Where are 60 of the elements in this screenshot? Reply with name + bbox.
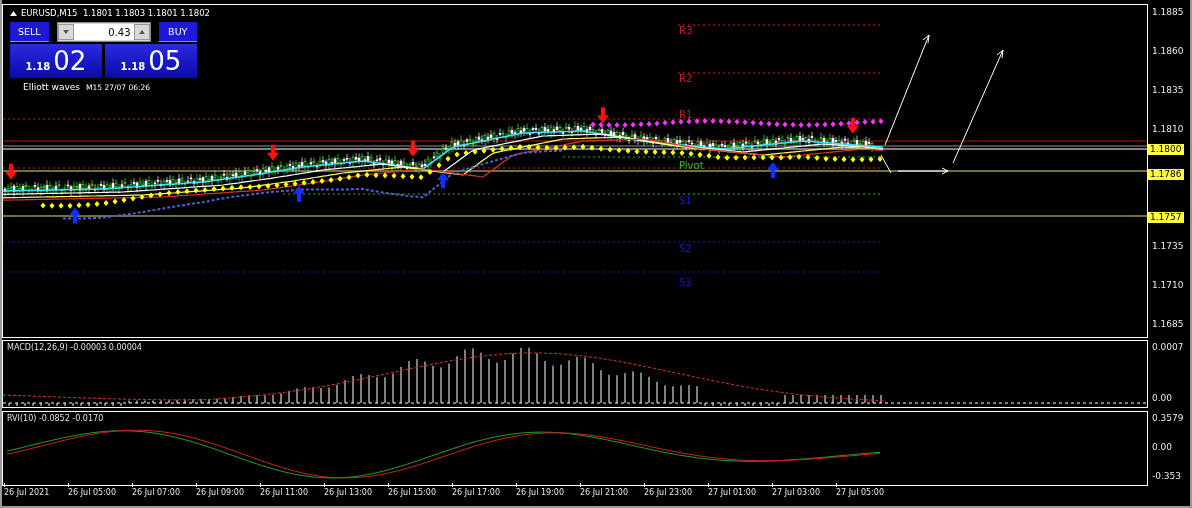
time-label: 26 Jul 17:00 xyxy=(452,486,516,506)
forecast-line xyxy=(880,154,892,174)
up-arrow-icon xyxy=(437,172,449,189)
down-arrow-icon xyxy=(597,107,609,124)
price-prefix: 1.18 xyxy=(25,61,51,74)
time-label: 26 Jul 21:00 xyxy=(580,486,644,506)
down-arrow-icon xyxy=(847,117,859,134)
time-label: 27 Jul 05:00 xyxy=(836,486,900,506)
down-arrow-icon xyxy=(5,163,17,180)
rvi-tick: 0.00 xyxy=(1151,442,1174,453)
macd-tick: 0.0007 xyxy=(1151,342,1185,353)
price-prefix: 1.18 xyxy=(120,61,146,74)
pivot-label: R3 xyxy=(679,25,693,36)
collapse-triangle-icon[interactable] xyxy=(10,11,17,16)
rvi-label: RVI(10) -0.0852 -0.0170 xyxy=(7,414,104,423)
time-label: 27 Jul 03:00 xyxy=(772,486,836,506)
buy-button[interactable]: BUY xyxy=(158,22,197,42)
price-tick: 1.1860 xyxy=(1151,46,1184,57)
price-tag: 1.1786 xyxy=(1148,169,1184,180)
indicator-name: Elliott waves xyxy=(23,82,81,92)
price-tag: 1.1757 xyxy=(1148,212,1184,223)
sell-button[interactable]: SELL xyxy=(10,22,49,42)
rvi-tick: -0.353 xyxy=(1151,471,1182,482)
pivot-label: S1 xyxy=(679,195,692,206)
up-arrow-icon xyxy=(69,207,81,224)
time-label: 26 Jul 15:00 xyxy=(388,486,452,506)
time-label: 26 Jul 13:00 xyxy=(324,486,388,506)
pivot-label: S3 xyxy=(679,277,692,288)
macd-label: MACD(12,26,9) -0.00003 0.00004 xyxy=(7,343,142,352)
down-arrow-icon xyxy=(267,144,279,161)
price-tick: 1.1885 xyxy=(1151,7,1184,18)
macd-tick: 0.00 xyxy=(1151,393,1174,404)
price-digits: 05 xyxy=(148,46,182,76)
up-arrow-icon xyxy=(293,185,305,202)
price-tick: 1.1735 xyxy=(1151,241,1184,252)
pivot-label: R1 xyxy=(679,109,693,120)
time-label: 26 Jul 05:00 xyxy=(68,486,132,506)
price-tick: 1.1710 xyxy=(1151,280,1184,291)
time-label: 26 Jul 11:00 xyxy=(260,486,324,506)
pivot-label: R2 xyxy=(679,73,693,84)
price-tick: 1.1685 xyxy=(1151,319,1184,330)
time-label: 26 Jul 23:00 xyxy=(644,486,708,506)
price-tag: 1.1800 xyxy=(1148,144,1184,155)
up-arrow-icon xyxy=(767,162,779,178)
price-tick: 1.1810 xyxy=(1151,124,1184,135)
sell-price-panel[interactable]: 1.18 02 xyxy=(10,44,102,78)
down-arrow-icon xyxy=(407,140,419,157)
time-label: 26 Jul 19:00 xyxy=(516,486,580,506)
time-label: 26 Jul 09:00 xyxy=(196,486,260,506)
time-label: 26 Jul 2021 xyxy=(4,486,68,506)
price-tick: 1.1835 xyxy=(1151,85,1184,96)
symbol-header: EURUSD,M15 1.1801 1.1803 1.1801 1.1802 xyxy=(21,8,210,18)
pivot-label: Pivot xyxy=(679,160,704,171)
time-label: 27 Jul 01:00 xyxy=(708,486,772,506)
time-label: 26 Jul 07:00 xyxy=(132,486,196,506)
rvi-tick: 0.3579 xyxy=(1151,413,1185,424)
forecast-arrow xyxy=(897,167,949,175)
pivot-label: S2 xyxy=(679,243,692,254)
price-digits: 02 xyxy=(53,46,87,76)
buy-price-panel[interactable]: 1.18 05 xyxy=(105,44,197,78)
